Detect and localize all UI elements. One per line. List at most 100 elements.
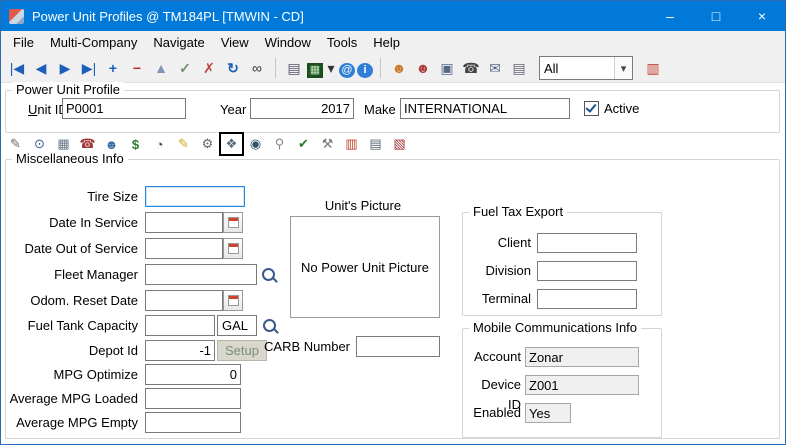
maximize-button[interactable]: □	[693, 1, 739, 31]
filter-combobox[interactable]: All ▾	[539, 56, 633, 80]
division-label: Division	[463, 261, 531, 281]
fuel-unit-field[interactable]: GAL	[217, 315, 257, 336]
fleet-manager-lookup-button[interactable]	[258, 264, 278, 285]
fuel-tank-capacity-input[interactable]	[145, 315, 215, 336]
combobox-dropdown-icon[interactable]: ▾	[614, 57, 632, 79]
main-toolbar: |◀◀▶▶|+−▲✓✗↻∞ ▤▦▾@i ☻☻▣☎✉▤ All ▾ ▥	[1, 54, 785, 83]
menu-bar: FileMulti-CompanyNavigateViewWindowTools…	[1, 31, 785, 54]
view-icon[interactable]: ◉	[245, 134, 266, 154]
mobile-communications-group: Mobile Communications Info Account Devic…	[462, 328, 662, 438]
report-icon[interactable]: ▧	[389, 134, 410, 154]
odom-reset-date-calendar-button[interactable]	[223, 290, 243, 311]
nav-previous-icon[interactable]: ◀	[30, 57, 52, 79]
date-in-service-calendar-button[interactable]	[223, 212, 243, 233]
miscellaneous-info-group-title: Miscellaneous Info	[12, 151, 128, 166]
account-label: Account	[465, 347, 521, 367]
menu-view[interactable]: View	[213, 32, 257, 53]
odom-reset-date-input[interactable]	[145, 290, 223, 311]
terminal-label: Terminal	[463, 289, 531, 309]
menu-multi-company[interactable]: Multi-Company	[42, 32, 145, 53]
list-icon[interactable]: ▤	[365, 134, 386, 154]
user-icon[interactable]: ☻	[388, 57, 410, 79]
minimize-button[interactable]: –	[647, 1, 693, 31]
menu-help[interactable]: Help	[365, 32, 408, 53]
depot-id-label: Depot Id	[6, 340, 138, 361]
find-icon[interactable]: ∞	[246, 57, 268, 79]
nav-next-icon[interactable]: ▶	[54, 57, 76, 79]
active-checkbox-box[interactable]	[584, 101, 599, 116]
window-title: Power Unit Profiles @ TM184PL [TMWIN - C…	[32, 9, 304, 24]
client-input[interactable]	[537, 233, 637, 253]
tools-icon[interactable]: ⚒	[317, 134, 338, 154]
fleet-manager-label: Fleet Manager	[6, 264, 138, 285]
enabled-field[interactable]	[525, 403, 571, 423]
miscellaneous-info-group: Miscellaneous Info Tire Size Date In Ser…	[5, 159, 780, 439]
mail-icon[interactable]: ✉	[484, 57, 506, 79]
mobile-communications-group-title: Mobile Communications Info	[469, 320, 641, 335]
fuel-tax-export-group-title: Fuel Tax Export	[469, 204, 567, 219]
make-input[interactable]	[400, 98, 570, 119]
division-input[interactable]	[537, 261, 637, 281]
key-icon[interactable]: ⚲	[269, 134, 290, 154]
display-dropdown-icon[interactable]: ▾	[325, 57, 337, 79]
settings-icon[interactable]: ⚙	[197, 134, 218, 154]
phone-icon[interactable]: ☎	[460, 57, 482, 79]
save-icon[interactable]: ✓	[174, 57, 196, 79]
menu-window[interactable]: Window	[257, 32, 319, 53]
display-icon[interactable]: ▦	[307, 63, 323, 78]
menu-navigate[interactable]: Navigate	[145, 32, 212, 53]
mpg-optimize-input[interactable]	[145, 364, 241, 385]
refresh-icon[interactable]: ↻	[222, 57, 244, 79]
client-area: Power Unit Profile Unit ID Year Make Act…	[1, 83, 785, 444]
average-mpg-empty-input[interactable]	[145, 412, 241, 433]
trailing-icon-group: ▥	[641, 57, 665, 79]
nav-last-icon[interactable]: ▶|	[78, 57, 100, 79]
date-in-service-input[interactable]	[145, 212, 223, 233]
device-id-field[interactable]	[525, 375, 639, 395]
misc-info-icon[interactable]: ❖	[221, 134, 242, 154]
year-input[interactable]	[250, 98, 354, 119]
account-field[interactable]	[525, 347, 639, 367]
toolbar-separator	[275, 58, 276, 78]
average-mpg-loaded-input[interactable]	[145, 388, 241, 409]
active-checkbox[interactable]: Active	[584, 101, 639, 116]
carb-number-label: CARB Number	[246, 336, 350, 357]
nav-icon-group: |◀◀▶▶|+−▲✓✗↻∞	[5, 57, 269, 80]
menu-file[interactable]: File	[5, 32, 42, 53]
unit-id-input[interactable]	[62, 98, 186, 119]
fuel-tank-capacity-label: Fuel Tank Capacity	[6, 315, 138, 336]
depot-id-input[interactable]	[145, 340, 215, 361]
make-label: Make	[364, 102, 396, 117]
info-icon[interactable]: i	[357, 63, 373, 78]
average-mpg-loaded-label: Average MPG Loaded	[6, 388, 138, 409]
computer-icon[interactable]: ▣	[436, 57, 458, 79]
add-record-icon[interactable]: +	[102, 57, 124, 79]
no-picture-text: No Power Unit Picture	[301, 260, 429, 275]
sort-icon[interactable]: ▲	[150, 57, 172, 79]
terminal-input[interactable]	[537, 289, 637, 309]
power-unit-profile-group-title: Power Unit Profile	[12, 82, 124, 97]
clock-icon[interactable]: ◔	[149, 134, 170, 154]
fuel-unit-lookup-button[interactable]	[259, 315, 279, 336]
cancel-icon[interactable]: ✗	[198, 57, 220, 79]
fleet-manager-input[interactable]	[145, 264, 257, 285]
active-label: Active	[604, 101, 639, 116]
menu-tools[interactable]: Tools	[319, 32, 365, 53]
nav-first-icon[interactable]: |◀	[6, 57, 28, 79]
carb-number-input[interactable]	[356, 336, 440, 357]
date-out-of-service-calendar-button[interactable]	[223, 238, 243, 259]
billing-icon[interactable]: $	[125, 134, 146, 154]
fuel-tax-export-group: Fuel Tax Export Client Division Terminal	[462, 212, 662, 316]
tire-size-input[interactable]	[145, 186, 245, 207]
delete-record-icon[interactable]: −	[126, 57, 148, 79]
date-out-of-service-input[interactable]	[145, 238, 223, 259]
license-icon[interactable]: ✔	[293, 134, 314, 154]
driver-icon[interactable]: ☻	[412, 57, 434, 79]
close-button[interactable]: ×	[739, 1, 785, 31]
pencil-icon[interactable]: ✎	[173, 134, 194, 154]
web-icon[interactable]: @	[339, 63, 355, 78]
print-icon[interactable]: ▤	[283, 57, 305, 79]
document-icon[interactable]: ▤	[508, 57, 530, 79]
truck-icon[interactable]: ▥	[642, 57, 664, 79]
truck-icon[interactable]: ▥	[341, 134, 362, 154]
